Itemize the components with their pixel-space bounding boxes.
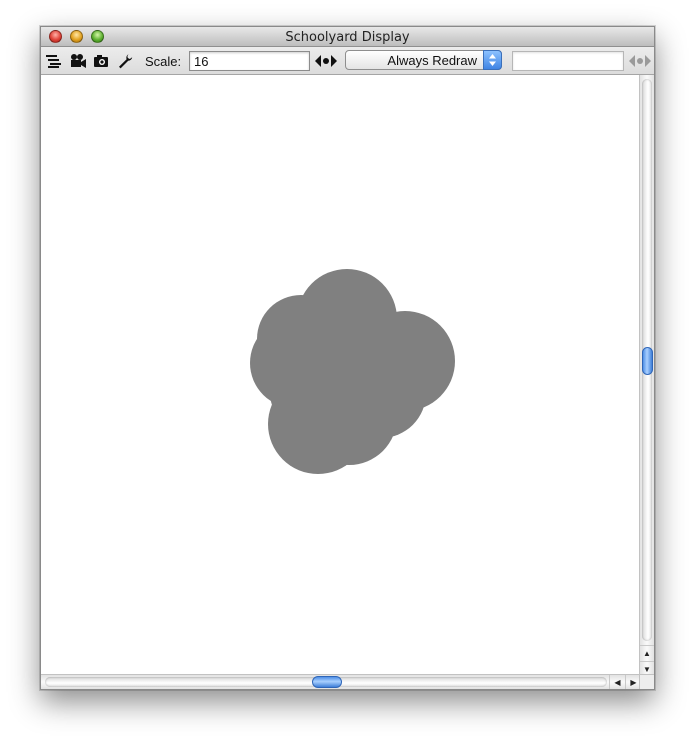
- movie-camera-icon[interactable]: [69, 52, 87, 70]
- vertical-scroll-thumb[interactable]: [642, 347, 653, 375]
- select-arrows-icon: [483, 50, 502, 70]
- horizontal-scroll-thumb[interactable]: [312, 676, 342, 688]
- wrench-icon[interactable]: [116, 52, 134, 70]
- scroll-left-arrow-icon[interactable]: ◀: [609, 675, 625, 689]
- speed-stepper-arrows-icon[interactable]: [627, 53, 653, 69]
- scale-input[interactable]: [189, 51, 310, 71]
- scale-stepper-arrows-icon[interactable]: [313, 53, 339, 69]
- redraw-mode-value: Always Redraw: [387, 53, 477, 68]
- schoolyard-blob: [250, 269, 455, 474]
- speed-field[interactable]: [512, 51, 624, 71]
- snapshot-camera-icon[interactable]: [92, 52, 110, 70]
- redraw-mode-select[interactable]: Always Redraw: [345, 50, 502, 70]
- display-canvas[interactable]: [41, 75, 640, 677]
- schoolyard-display-window: Schoolyard Display Scale: 16 Always Redr…: [40, 26, 655, 690]
- scale-label: Scale:: [145, 54, 182, 69]
- resize-corner[interactable]: [639, 674, 654, 689]
- horizontal-scrollbar[interactable]: ◀ ▶: [41, 674, 641, 689]
- window-title: Schoolyard Display: [285, 30, 410, 45]
- scroll-up-arrow-icon[interactable]: ▲: [640, 645, 654, 661]
- vertical-scrollbar[interactable]: ▲ ▼: [639, 75, 654, 677]
- list-icon[interactable]: [45, 52, 63, 70]
- display-toolbar: Scale: Always Redraw: [41, 47, 654, 75]
- title-bar[interactable]: Schoolyard Display: [41, 27, 654, 47]
